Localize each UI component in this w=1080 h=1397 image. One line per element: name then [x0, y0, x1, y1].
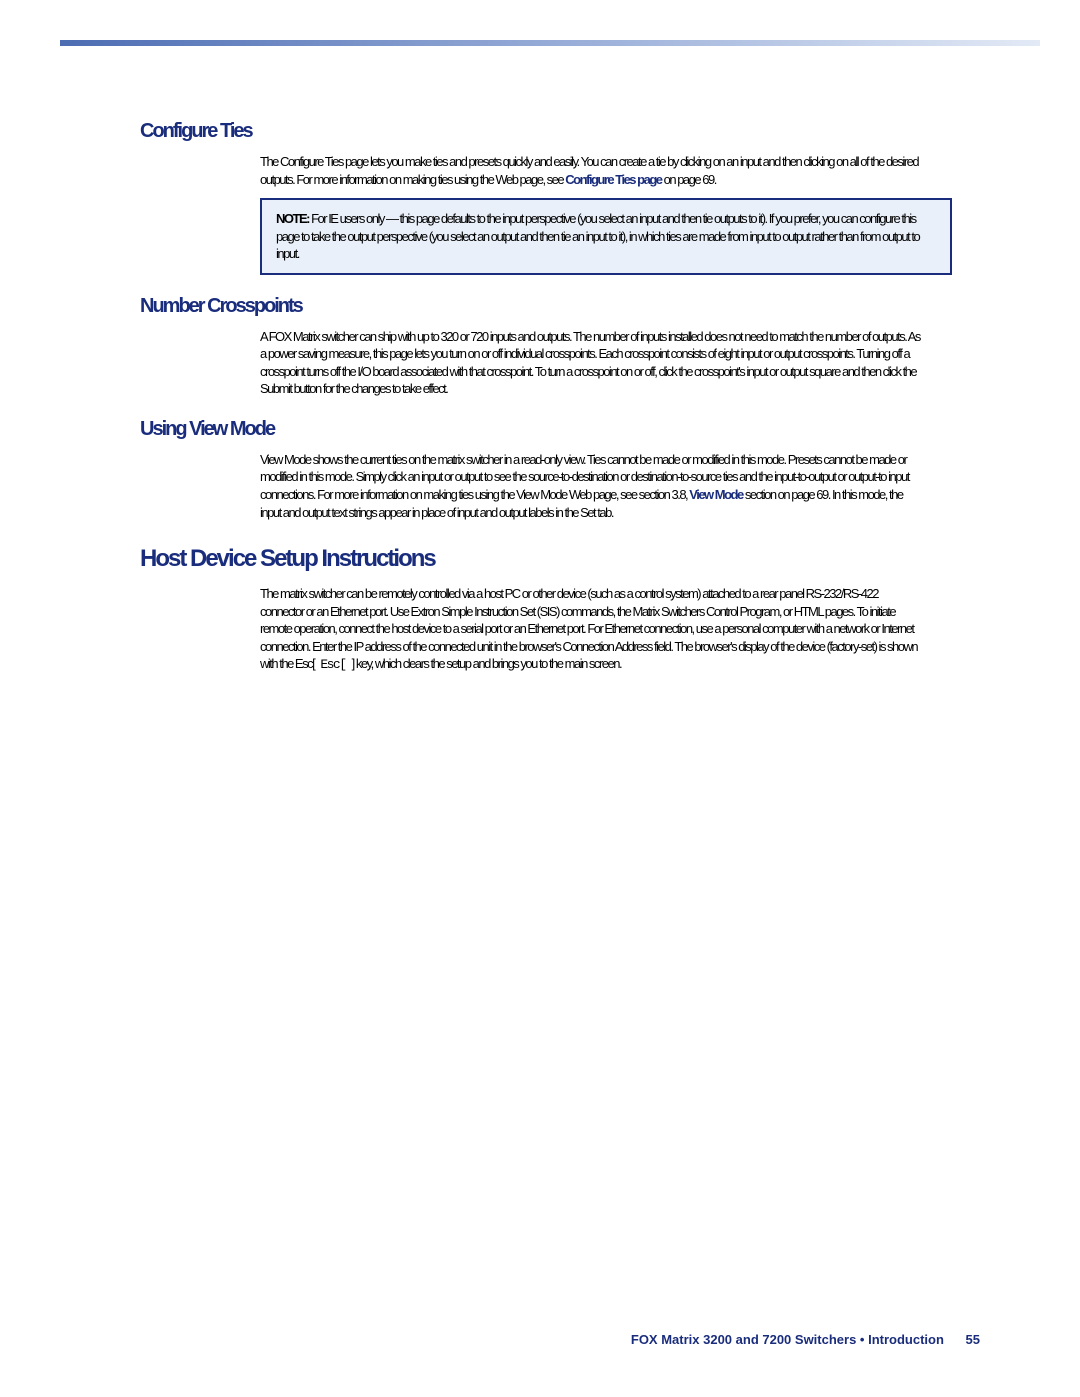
note-text: For IE users only — this page defaults t…: [276, 211, 919, 261]
content-area: Configure Ties The Configure Ties page l…: [140, 100, 980, 674]
body-view-mode: View Mode shows the current ties on the …: [260, 451, 920, 521]
body-configure-ties: The Configure Ties page lets you make ti…: [260, 153, 920, 188]
header-gradient-bar: [60, 40, 1040, 46]
heading-view-mode: Using View Mode: [140, 418, 980, 441]
link-configure-ties[interactable]: Configure Ties page: [565, 172, 661, 187]
body-host-setup: The matrix switcher can be remotely cont…: [260, 585, 920, 674]
footer: FOX Matrix 3200 and 7200 Switchers • Int…: [631, 1332, 980, 1347]
note-label: NOTE:: [276, 211, 309, 226]
link-view-mode[interactable]: View Mode: [689, 487, 742, 502]
footer-page-number: 55: [966, 1332, 980, 1347]
text-number-crosspoints: A FOX Matrix switcher can ship with up t…: [260, 329, 920, 397]
heading-number-crosspoints: Number Crosspoints: [140, 295, 980, 318]
heading-configure-ties: Configure Ties: [140, 120, 980, 143]
kbd-esc: Esc[: [316, 656, 349, 674]
footer-text: FOX Matrix 3200 and 7200 Switchers • Int…: [631, 1332, 944, 1347]
text-host-after: ] key, which clears the setup and brings…: [352, 656, 621, 671]
body-number-crosspoints: A FOX Matrix switcher can ship with up t…: [260, 328, 920, 398]
heading-host-setup: Host Device Setup Instructions: [140, 545, 980, 573]
text-configure-after: on page 69.: [664, 172, 716, 187]
page: Configure Ties The Configure Ties page l…: [0, 0, 1080, 1397]
note-box: NOTE: For IE users only — this page defa…: [260, 198, 952, 275]
